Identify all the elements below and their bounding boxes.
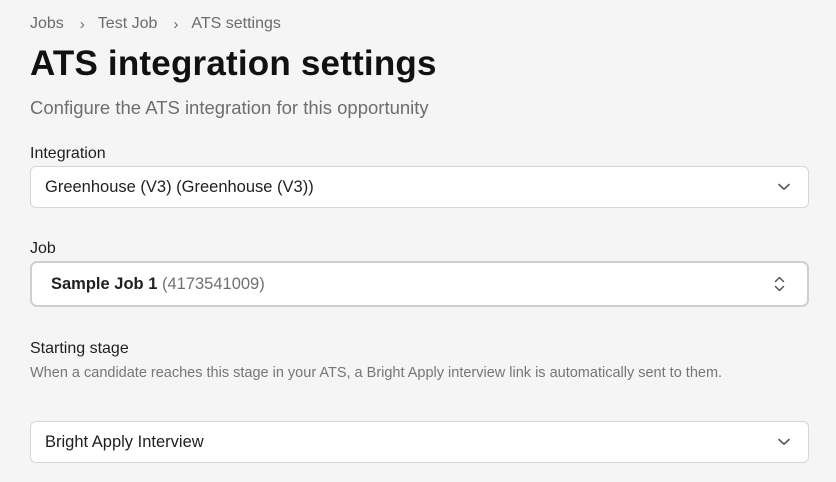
integration-label: Integration <box>30 145 106 162</box>
integration-select-value: Greenhouse (V3) (Greenhouse (V3)) <box>45 177 314 196</box>
job-select[interactable]: Sample Job 1 (4173541009) <box>30 261 809 307</box>
breadcrumb-ats-settings: ATS settings <box>191 15 281 32</box>
integration-select[interactable]: Greenhouse (V3) (Greenhouse (V3)) <box>30 166 809 208</box>
chevron-down-icon <box>777 180 791 194</box>
chevron-up-down-icon <box>772 276 786 292</box>
job-id: (4173541009) <box>161 274 265 293</box>
ats-settings-page: Jobs › Test Job › ATS settings ATS integ… <box>0 0 836 482</box>
breadcrumb-test-job[interactable]: Test Job <box>98 15 158 33</box>
job-select-value: Sample Job 1 (4173541009) <box>51 275 265 294</box>
page-title: ATS integration settings <box>30 44 437 83</box>
starting-stage-label: Starting stage <box>30 340 129 357</box>
breadcrumb-jobs[interactable]: Jobs <box>30 15 64 33</box>
chevron-down-icon <box>777 435 791 449</box>
starting-stage-select-value: Bright Apply Interview <box>45 432 204 451</box>
breadcrumb: Jobs › Test Job › ATS settings <box>30 15 281 33</box>
job-label: Job <box>30 240 56 257</box>
job-name: Sample Job 1 <box>51 274 158 293</box>
starting-stage-select[interactable]: Bright Apply Interview <box>30 421 809 463</box>
breadcrumb-separator-icon: › <box>79 15 85 33</box>
starting-stage-help: When a candidate reaches this stage in y… <box>30 365 723 381</box>
breadcrumb-separator-icon: › <box>173 15 179 33</box>
page-subtitle: Configure the ATS integration for this o… <box>30 97 429 118</box>
